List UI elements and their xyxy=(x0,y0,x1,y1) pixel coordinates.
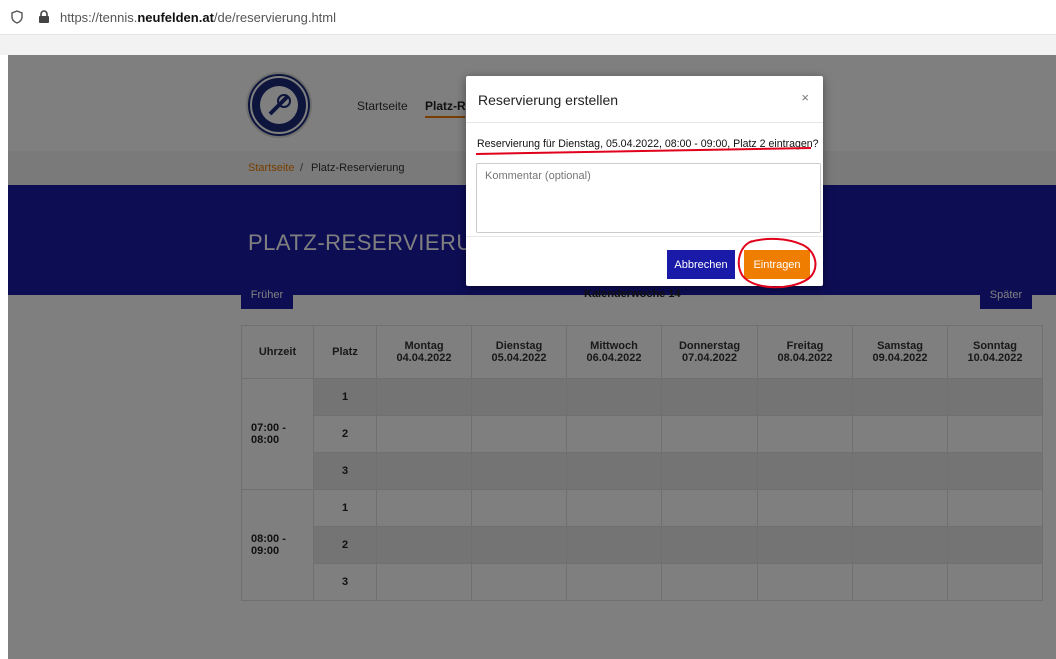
shield-icon[interactable] xyxy=(10,10,24,24)
modal-footer: Abbrechen Eintragen xyxy=(466,236,823,287)
lock-icon xyxy=(38,10,50,24)
modal-header: Reservierung erstellen × xyxy=(466,76,823,123)
comment-input[interactable] xyxy=(476,163,821,233)
url-text[interactable]: https://tennis.neufelden.at/de/reservier… xyxy=(60,10,336,25)
close-icon[interactable]: × xyxy=(801,90,809,105)
browser-toolbar-gap xyxy=(0,35,1056,55)
url-path: /de/reservierung.html xyxy=(213,9,337,25)
reservation-modal: Reservierung erstellen × Reservierung fü… xyxy=(466,76,823,286)
cancel-button[interactable]: Abbrechen xyxy=(667,250,735,279)
reservation-confirmation-text: Reservierung für Dienstag, 05.04.2022, 0… xyxy=(477,138,819,150)
submit-reservation-button[interactable]: Eintragen xyxy=(744,250,810,279)
url-prefix: https://tennis. xyxy=(60,9,138,25)
browser-url-bar[interactable]: https://tennis.neufelden.at/de/reservier… xyxy=(0,0,1056,35)
modal-title: Reservierung erstellen xyxy=(478,92,619,108)
url-domain: neufelden.at xyxy=(137,9,214,25)
